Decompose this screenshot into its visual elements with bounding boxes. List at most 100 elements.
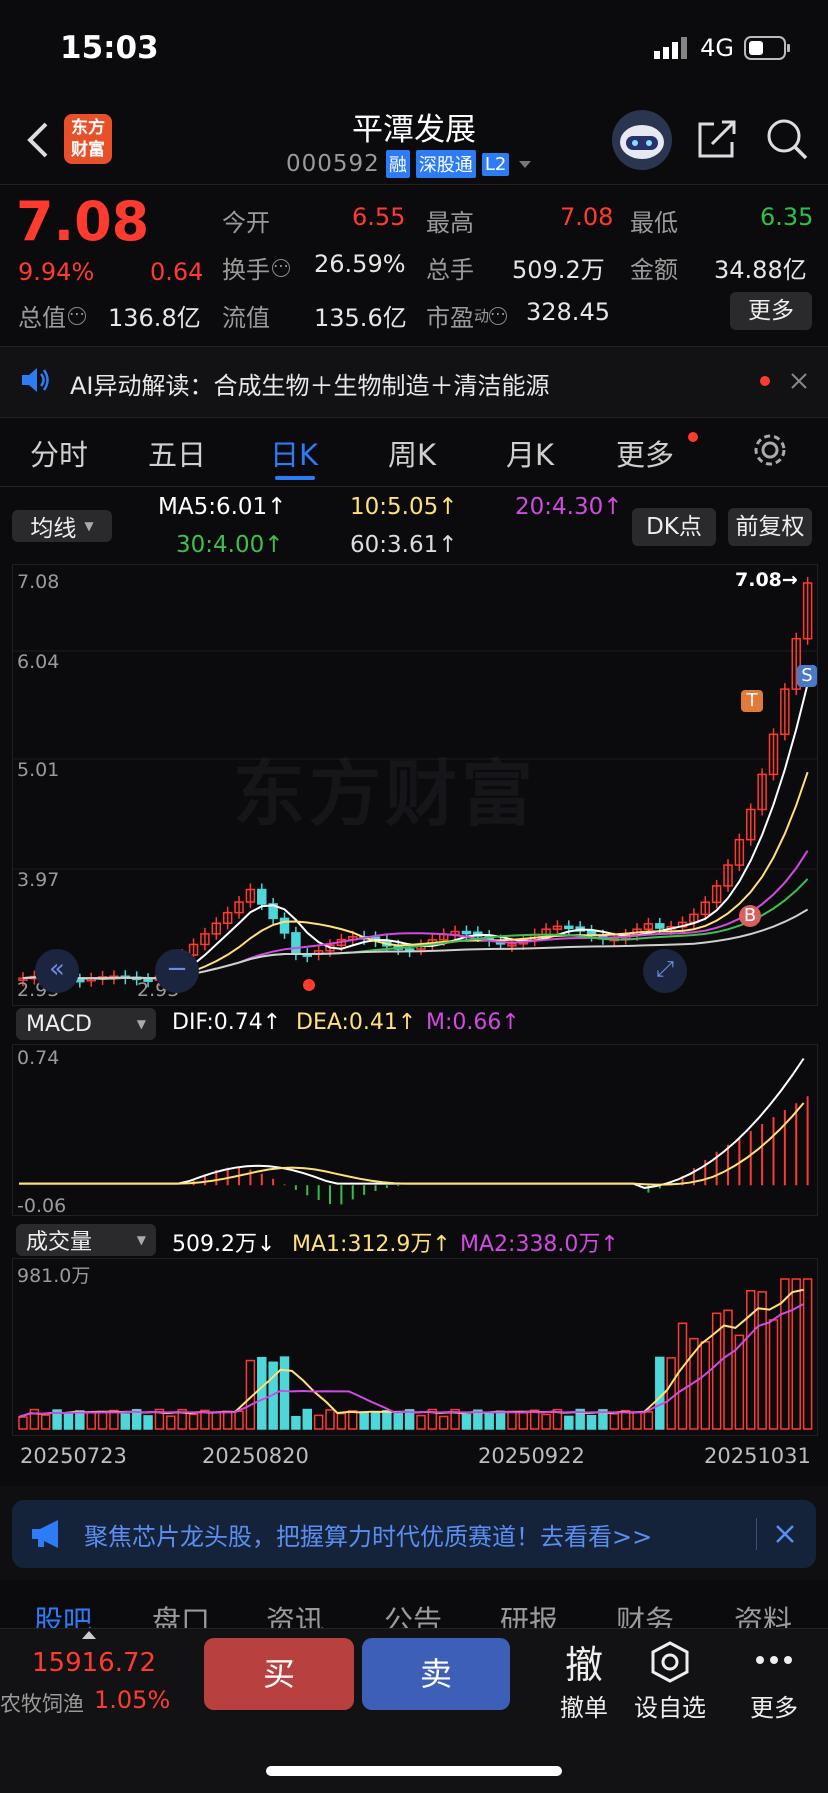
volume-bar bbox=[518, 1412, 529, 1430]
dk-point-button[interactable]: DK点 bbox=[632, 508, 716, 546]
index-value[interactable]: 15916.72 bbox=[32, 1648, 156, 1678]
share-button[interactable] bbox=[694, 116, 740, 166]
indicator-selector-macd[interactable]: MACD ▼ bbox=[16, 1008, 156, 1040]
candle bbox=[655, 923, 665, 929]
ma30-label: 30:4.00↑ bbox=[176, 532, 284, 558]
dropdown-icon: ▼ bbox=[136, 1017, 146, 1031]
megaphone-icon bbox=[32, 1520, 58, 1548]
zoom-out-button[interactable]: − bbox=[155, 949, 199, 993]
tab-orderbook[interactable]: 盘口 bbox=[152, 1598, 210, 1628]
more-quote-button[interactable]: 更多 bbox=[730, 292, 812, 330]
marker-b[interactable]: B bbox=[739, 905, 761, 927]
close-icon[interactable] bbox=[788, 370, 810, 392]
last-price-marker: 7.08→ bbox=[735, 569, 798, 591]
tab-announcements[interactable]: 公告 bbox=[384, 1598, 442, 1628]
mcap-value: 136.8亿 bbox=[108, 304, 201, 332]
vol-value: 509.2万↓ bbox=[172, 1232, 276, 1257]
pe-value: 328.45 bbox=[526, 298, 610, 326]
macd-dif: DIF:0.74↑ bbox=[172, 1010, 282, 1035]
index-pct[interactable]: 1.05% bbox=[94, 1686, 170, 1714]
dif-line bbox=[19, 1057, 805, 1189]
vol-ma2: MA2:338.0万↑ bbox=[460, 1232, 619, 1257]
marker-t[interactable]: T bbox=[741, 690, 763, 712]
caret-down-icon bbox=[519, 161, 532, 168]
banner-close-icon[interactable] bbox=[774, 1523, 796, 1545]
indicator-selector-ma[interactable]: 均线 ▼ bbox=[12, 510, 112, 542]
macd-top-label: 0.74 bbox=[17, 1047, 60, 1069]
volume-bar bbox=[75, 1410, 85, 1430]
volume-bar bbox=[802, 1278, 813, 1430]
assistant-robot-icon[interactable] bbox=[612, 110, 672, 170]
dropdown-icon: ▼ bbox=[136, 1233, 146, 1247]
dea-line bbox=[19, 1102, 805, 1186]
cancel-order-label[interactable]: 撤单 bbox=[540, 1688, 628, 1723]
pe-label: 市盈动 ⋯ bbox=[426, 303, 508, 332]
macd-dea: DEA:0.41↑ bbox=[296, 1010, 417, 1035]
info-icon[interactable]: ⋯ bbox=[68, 305, 86, 325]
event-dot[interactable] bbox=[303, 979, 315, 991]
home-indicator bbox=[266, 1766, 562, 1776]
tab-five-day[interactable]: 五日 bbox=[148, 432, 206, 474]
cancel-order-icon[interactable]: 撤 bbox=[540, 1634, 628, 1689]
search-button[interactable] bbox=[764, 116, 810, 166]
tab-forum[interactable]: 股吧 bbox=[34, 1598, 92, 1628]
volume-bar bbox=[609, 1413, 620, 1430]
volume-bar bbox=[120, 1413, 131, 1430]
sell-button[interactable]: 卖 bbox=[362, 1638, 510, 1710]
settings-gear-icon[interactable] bbox=[752, 432, 788, 468]
more-label[interactable]: 更多 bbox=[730, 1688, 818, 1723]
info-icon[interactable]: ⋯ bbox=[489, 305, 508, 325]
tab-daily-k[interactable]: 日K bbox=[270, 432, 318, 474]
volume-bar bbox=[336, 1412, 347, 1430]
index-name[interactable]: 农牧饲渔 bbox=[0, 1688, 84, 1718]
scroll-left-button[interactable]: « bbox=[35, 949, 79, 993]
add-watchlist-label[interactable]: 设自选 bbox=[626, 1688, 714, 1723]
more-dots-icon[interactable] bbox=[754, 1650, 794, 1670]
ma-line-30 bbox=[22, 878, 809, 980]
promo-banner[interactable]: 聚焦芯片龙头股，把握算力时代优质赛道！去看看>> bbox=[12, 1500, 816, 1568]
amount-label: 金额 bbox=[630, 256, 678, 284]
macd-chart[interactable]: 0.74 -0.06 bbox=[12, 1044, 818, 1217]
tab-monthly-k[interactable]: 月K bbox=[506, 432, 554, 474]
active-tab-indicator bbox=[275, 476, 315, 480]
tab-finance[interactable]: 财务 bbox=[616, 1598, 674, 1628]
fullscreen-button[interactable]: ⤢ bbox=[643, 949, 687, 993]
kline-chart[interactable]: 东方财富 7.08 6.04 5.01 3.97 2.93 7.08→ 2.93… bbox=[12, 564, 818, 1006]
volume-bar bbox=[279, 1356, 290, 1430]
open-value: 6.55 bbox=[352, 203, 406, 231]
indicator-selector-volume[interactable]: 成交量 ▼ bbox=[16, 1224, 156, 1256]
tag-margin: 融 bbox=[385, 150, 410, 178]
volume-bar bbox=[723, 1309, 733, 1430]
high-value: 7.08 bbox=[560, 203, 614, 231]
volume-bar bbox=[757, 1291, 767, 1430]
last-price: 7.08 bbox=[16, 190, 150, 253]
info-icon[interactable]: ⋯ bbox=[272, 257, 290, 277]
price-axis-label: 6.04 bbox=[17, 651, 60, 673]
period-tabs: 分时 五日 日K 周K 月K 更多 bbox=[0, 416, 828, 486]
marker-s[interactable]: S bbox=[797, 665, 817, 687]
adjust-price-button[interactable]: 前复权 bbox=[728, 508, 812, 546]
more-dot bbox=[688, 432, 698, 442]
volume-chart[interactable]: 981.0万 bbox=[12, 1258, 818, 1436]
volume-bar bbox=[348, 1410, 358, 1430]
ma20-label: 20:4.30↑ bbox=[515, 494, 623, 520]
buy-button[interactable]: 买 bbox=[204, 1638, 354, 1710]
volume-bar bbox=[495, 1410, 506, 1430]
tab-profile[interactable]: 资料 bbox=[734, 1598, 792, 1628]
stock-subtitle[interactable]: 000592 融 深股通 L2 bbox=[286, 150, 535, 178]
tab-news[interactable]: 资讯 bbox=[266, 1598, 324, 1628]
volume-bar bbox=[143, 1415, 153, 1430]
volume-bar bbox=[97, 1411, 108, 1430]
volume-bar bbox=[370, 1411, 381, 1430]
change-amount: 0.64 bbox=[150, 258, 204, 286]
low-label: 最低 bbox=[630, 209, 678, 237]
tab-research[interactable]: 研报 bbox=[500, 1598, 558, 1628]
tab-more[interactable]: 更多 bbox=[616, 432, 674, 474]
ai-text: AI异动解读： 合成生物＋生物制造＋清洁能源 bbox=[70, 372, 550, 400]
signal-icon bbox=[654, 37, 688, 59]
volume-bar bbox=[86, 1411, 96, 1430]
tab-intraday[interactable]: 分时 bbox=[30, 432, 88, 474]
tab-weekly-k[interactable]: 周K bbox=[388, 432, 436, 474]
vol-top-label: 981.0万 bbox=[17, 1265, 91, 1287]
add-watchlist-icon[interactable] bbox=[648, 1640, 692, 1684]
